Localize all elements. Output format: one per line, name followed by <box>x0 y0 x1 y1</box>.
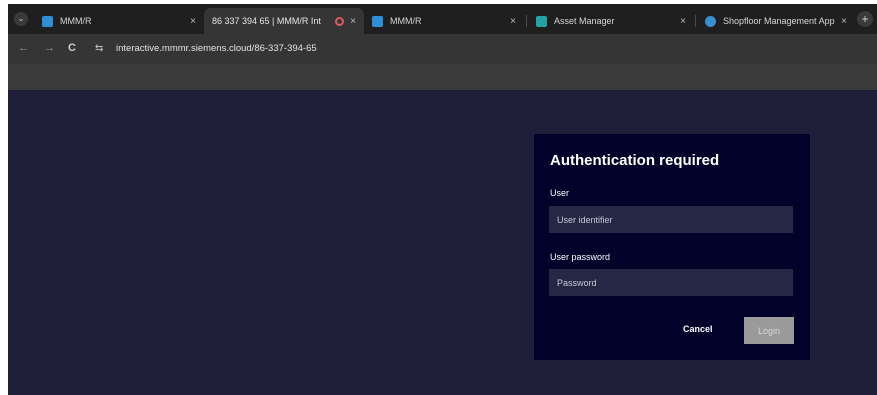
tab-title: Shopfloor Management Applic <box>723 16 836 26</box>
reload-icon[interactable]: C <box>68 42 76 54</box>
user-label: User <box>550 188 570 198</box>
authentication-dialog: Authentication required User User passwo… <box>534 134 810 360</box>
asset-manager-favicon-icon <box>536 15 547 27</box>
url-text[interactable]: interactive.mmmr.siemens.cloud/86-337-39… <box>116 43 317 54</box>
browser-chrome: ⌄ MMM/R × 86 337 394 65 | MMM/R Int × MM… <box>8 4 877 90</box>
user-identifier-input[interactable] <box>549 206 793 233</box>
login-button[interactable]: Login <box>744 317 794 344</box>
tab-title: MMM/R <box>390 16 422 26</box>
tab-active-session[interactable]: 86 337 394 65 | MMM/R Int × <box>204 8 364 34</box>
close-tab-icon[interactable]: × <box>841 16 847 27</box>
page-background: Authentication required User User passwo… <box>8 90 877 395</box>
tab-title: 86 337 394 65 | MMM/R Int <box>212 16 321 26</box>
tab-mmmr-1[interactable]: MMM/R × <box>34 8 204 34</box>
close-tab-icon[interactable]: × <box>350 16 356 27</box>
shopfloor-favicon-icon <box>705 15 716 27</box>
mmmr-favicon-icon <box>42 15 53 27</box>
mmmr-favicon-icon <box>372 15 383 27</box>
bookmarks-bar <box>8 64 877 90</box>
tab-search-chevron-icon[interactable]: ⌄ <box>14 12 28 26</box>
tab-asset-manager[interactable]: Asset Manager × <box>528 8 694 34</box>
site-info-icon[interactable]: ⇆ <box>95 43 103 54</box>
tab-title: MMM/R <box>60 16 92 26</box>
tab-mmmr-2[interactable]: MMM/R × <box>364 8 524 34</box>
new-tab-icon[interactable]: + <box>857 11 873 27</box>
dialog-title: Authentication required <box>550 152 720 169</box>
close-tab-icon[interactable]: × <box>510 16 516 27</box>
forward-arrow-icon[interactable]: → <box>44 42 55 54</box>
tab-separator <box>695 15 696 27</box>
tab-separator <box>526 15 527 27</box>
address-bar: ← → C ⇆ interactive.mmmr.siemens.cloud/8… <box>8 34 877 64</box>
password-input[interactable] <box>549 269 793 296</box>
close-tab-icon[interactable]: × <box>680 16 686 27</box>
cancel-button[interactable]: Cancel <box>683 324 713 334</box>
tab-strip: ⌄ MMM/R × 86 337 394 65 | MMM/R Int × MM… <box>8 4 877 34</box>
tab-title: Asset Manager <box>554 16 615 26</box>
close-tab-icon[interactable]: × <box>190 16 196 27</box>
tab-shopfloor-management[interactable]: Shopfloor Management Applic × <box>697 8 855 34</box>
recording-icon <box>335 16 345 26</box>
user-password-label: User password <box>550 252 611 262</box>
back-arrow-icon[interactable]: ← <box>18 42 29 54</box>
